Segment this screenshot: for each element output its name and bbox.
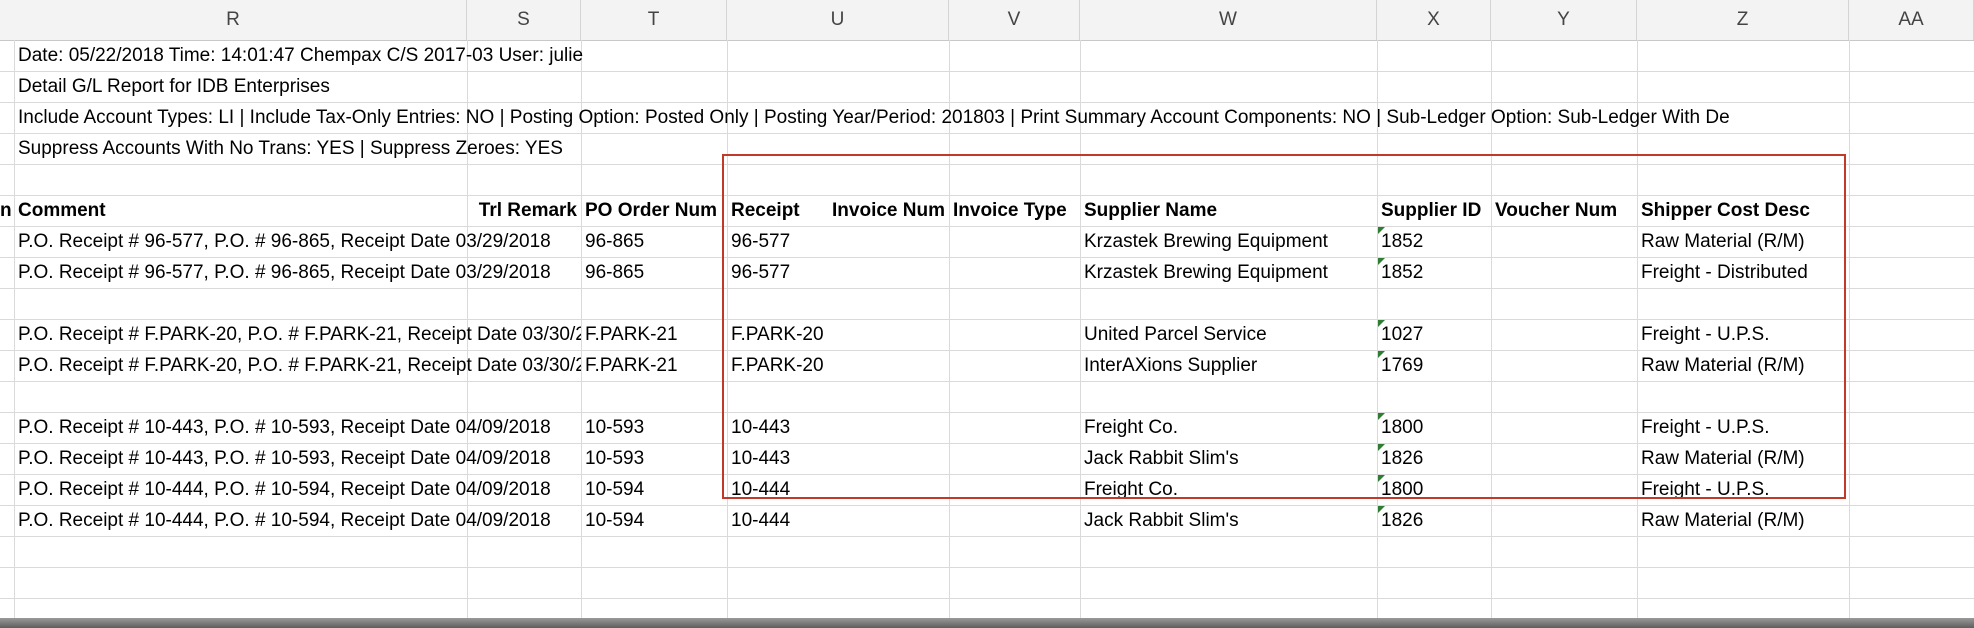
cell-shipper-cost-desc[interactable]: Raw Material (R/M) [1637, 350, 1805, 381]
cell-po-order-num[interactable]: 10-594 [581, 474, 644, 505]
cell-po-order-num[interactable]: 96-865 [581, 257, 644, 288]
cell-grid[interactable]: Date: 05/22/2018 Time: 14:01:47 Chempax … [0, 40, 1974, 618]
report-options-line: Include Account Types: LI | Include Tax-… [18, 107, 1730, 128]
report-date-line: Date: 05/22/2018 Time: 14:01:47 Chempax … [18, 45, 584, 66]
column-header-y[interactable]: Y [1491, 0, 1637, 40]
column-header-w[interactable]: W [1080, 0, 1377, 40]
header-shipper-cost-desc: Shipper Cost Desc [1641, 200, 1810, 221]
column-header-x[interactable]: X [1377, 0, 1491, 40]
cell-po-order-num[interactable]: F.PARK-21 [581, 319, 678, 350]
cell-comment[interactable]: P.O. Receipt # F.PARK-20, P.O. # F.PARK-… [14, 319, 581, 350]
cell-po-order-num[interactable]: 96-865 [581, 226, 644, 257]
column-header-bar: R S T U V W X Y Z AA [0, 0, 1974, 41]
cell-receipt[interactable]: F.PARK-20 [727, 319, 824, 350]
cell-supplier-id[interactable]: 1826 [1377, 443, 1423, 474]
header-invoice-type: Invoice Type [953, 200, 1067, 221]
header-trl-remark: Trl Remark [478, 200, 577, 221]
cell-po-order-num[interactable]: 10-594 [581, 505, 644, 536]
cell-supplier-id[interactable]: 1852 [1377, 257, 1423, 288]
cell-supplier-id[interactable]: 1800 [1377, 412, 1423, 443]
cell-supplier-id[interactable]: 1852 [1377, 226, 1423, 257]
header-supplier-id: Supplier ID [1381, 200, 1482, 221]
cell-receipt[interactable]: F.PARK-20 [727, 350, 824, 381]
cell-receipt[interactable]: 10-444 [727, 505, 790, 536]
cell-supplier-name[interactable]: Freight Co. [1080, 412, 1178, 443]
cell-supplier-id[interactable]: 1800 [1377, 474, 1423, 505]
header-po-order-num: PO Order Num [585, 200, 717, 221]
cell-supplier-name[interactable]: Jack Rabbit Slim's [1080, 505, 1239, 536]
cell-supplier-name[interactable]: Jack Rabbit Slim's [1080, 443, 1239, 474]
cell-comment[interactable]: P.O. Receipt # 96-577, P.O. # 96-865, Re… [14, 257, 581, 288]
cell-supplier-id[interactable]: 1826 [1377, 505, 1423, 536]
header-prev-col: n [0, 200, 12, 221]
cell-comment[interactable]: P.O. Receipt # 10-444, P.O. # 10-594, Re… [14, 474, 581, 505]
cell-supplier-name[interactable]: United Parcel Service [1080, 319, 1267, 350]
cell-comment[interactable]: P.O. Receipt # F.PARK-20, P.O. # F.PARK-… [14, 350, 581, 381]
report-suppress-line: Suppress Accounts With No Trans: YES | S… [18, 138, 563, 159]
cell-shipper-cost-desc[interactable]: Freight - Distributed [1637, 257, 1808, 288]
cell-po-order-num[interactable]: 10-593 [581, 412, 644, 443]
cell-po-order-num[interactable]: F.PARK-21 [581, 350, 678, 381]
cell-supplier-id[interactable]: 1769 [1377, 350, 1423, 381]
header-supplier-name: Supplier Name [1084, 200, 1218, 221]
spreadsheet[interactable]: R S T U V W X Y Z AA Date: 05/22/2018 Ti… [0, 0, 1974, 618]
cell-receipt[interactable]: 96-577 [727, 257, 790, 288]
column-header-v[interactable]: V [949, 0, 1080, 40]
cell-shipper-cost-desc[interactable]: Raw Material (R/M) [1637, 226, 1805, 257]
column-header-z[interactable]: Z [1637, 0, 1849, 40]
cell-comment[interactable]: P.O. Receipt # 10-443, P.O. # 10-593, Re… [14, 412, 581, 443]
cell-comment[interactable]: P.O. Receipt # 96-577, P.O. # 96-865, Re… [14, 226, 581, 257]
header-invoice-num: Invoice Num [832, 200, 945, 221]
cell-supplier-name[interactable]: Freight Co. [1080, 474, 1178, 505]
column-header-r[interactable]: R [0, 0, 467, 40]
cell-shipper-cost-desc[interactable]: Freight - U.P.S. [1637, 319, 1769, 350]
window-bottom-edge [0, 618, 1974, 628]
cell-receipt[interactable]: 10-443 [727, 443, 790, 474]
cell-receipt[interactable]: 10-444 [727, 474, 790, 505]
cell-shipper-cost-desc[interactable]: Freight - U.P.S. [1637, 474, 1769, 505]
column-header-t[interactable]: T [581, 0, 727, 40]
cell-shipper-cost-desc[interactable]: Raw Material (R/M) [1637, 443, 1805, 474]
cell-shipper-cost-desc[interactable]: Freight - U.P.S. [1637, 412, 1769, 443]
cell-comment[interactable]: P.O. Receipt # 10-443, P.O. # 10-593, Re… [14, 443, 581, 474]
column-header-aa[interactable]: AA [1849, 0, 1974, 40]
header-comment: Comment [18, 200, 106, 221]
cell-supplier-name[interactable]: InterAXions Supplier [1080, 350, 1257, 381]
cell-comment[interactable]: P.O. Receipt # 10-444, P.O. # 10-594, Re… [14, 505, 581, 536]
cell-receipt[interactable]: 10-443 [727, 412, 790, 443]
cell-supplier-name[interactable]: Krzastek Brewing Equipment [1080, 257, 1328, 288]
column-header-u[interactable]: U [727, 0, 949, 40]
cell-shipper-cost-desc[interactable]: Raw Material (R/M) [1637, 505, 1805, 536]
column-header-s[interactable]: S [467, 0, 581, 40]
cell-supplier-id[interactable]: 1027 [1377, 319, 1423, 350]
cell-receipt[interactable]: 96-577 [727, 226, 790, 257]
header-voucher-num: Voucher Num [1495, 200, 1618, 221]
cell-po-order-num[interactable]: 10-593 [581, 443, 644, 474]
report-title: Detail G/L Report for IDB Enterprises [18, 76, 330, 97]
cell-supplier-name[interactable]: Krzastek Brewing Equipment [1080, 226, 1328, 257]
